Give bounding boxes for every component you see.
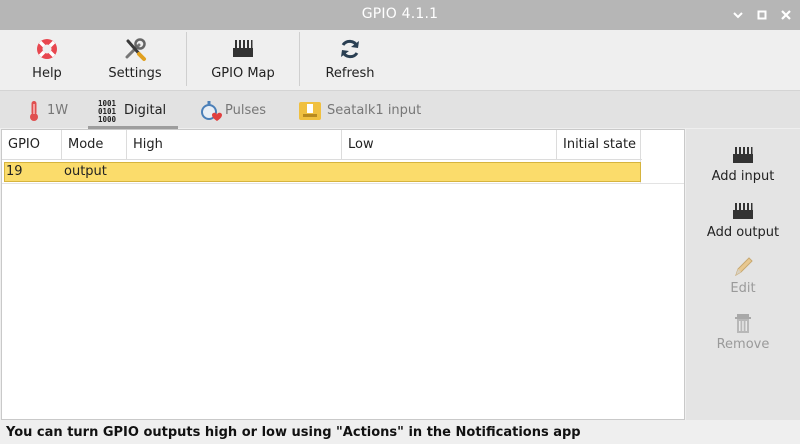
- stopwatch-heart-icon: [201, 101, 222, 121]
- gpio-map-button[interactable]: GPIO Map: [204, 30, 282, 90]
- seatalk-icon: [299, 102, 321, 120]
- cell-mode: output: [64, 164, 107, 179]
- actions-panel: Add input Add output Edit Remove: [686, 129, 800, 420]
- tab-label: Seatalk1 input: [327, 103, 422, 118]
- lifebuoy-icon: [37, 39, 57, 59]
- table-header: GPIO Mode High Low Initial state: [2, 130, 642, 160]
- gpio-table[interactable]: GPIO Mode High Low Initial state 19 outp…: [1, 129, 685, 420]
- title-bar[interactable]: GPIO 4.1.1: [0, 0, 800, 30]
- add-input-label: Add input: [711, 169, 775, 184]
- add-output-label: Add output: [706, 225, 780, 240]
- tab-1w[interactable]: 1W: [22, 95, 70, 127]
- edit-label: Edit: [730, 281, 756, 296]
- tab-bar: 1W 1001 0101 1000 Digital Pulses Seatalk…: [0, 90, 800, 129]
- gpio-header-icon: [733, 147, 753, 163]
- help-button[interactable]: Help: [14, 30, 80, 90]
- gpio-header-icon: [733, 203, 753, 219]
- tab-seatalk1-input[interactable]: Seatalk1 input: [298, 95, 428, 127]
- add-output-button[interactable]: Add output: [686, 189, 800, 243]
- column-header-mode[interactable]: Mode: [62, 130, 127, 160]
- trash-icon: [735, 314, 751, 333]
- maximize-button[interactable]: [752, 5, 772, 25]
- column-header-high[interactable]: High: [127, 130, 342, 160]
- settings-label: Settings: [108, 66, 162, 81]
- status-message: You can turn GPIO outputs high or low us…: [6, 425, 581, 440]
- tab-pulses[interactable]: Pulses: [198, 95, 278, 127]
- table-row[interactable]: 19 output: [4, 162, 641, 182]
- tab-label: Digital: [124, 103, 167, 118]
- row-divider: [2, 183, 684, 184]
- toolbar: Help Settings GPIO Map Refresh: [0, 30, 800, 90]
- refresh-label: Refresh: [325, 66, 375, 81]
- column-header-low[interactable]: Low: [342, 130, 557, 160]
- refresh-button[interactable]: Refresh: [318, 30, 382, 90]
- gpio-map-label: GPIO Map: [211, 66, 275, 81]
- column-header-initial-state[interactable]: Initial state: [557, 130, 641, 160]
- column-header-gpio[interactable]: GPIO: [2, 130, 62, 160]
- pencil-icon: [735, 257, 753, 277]
- minimize-button[interactable]: [728, 5, 748, 25]
- edit-button[interactable]: Edit: [686, 245, 800, 299]
- add-input-button[interactable]: Add input: [686, 133, 800, 187]
- remove-label: Remove: [716, 337, 770, 352]
- status-bar: You can turn GPIO outputs high or low us…: [0, 420, 800, 444]
- remove-button[interactable]: Remove: [686, 301, 800, 355]
- tab-digital[interactable]: 1001 0101 1000 Digital: [88, 95, 178, 129]
- chevron-down-icon: [733, 12, 743, 19]
- app-window: GPIO 4.1.1 Help Settings GPIO Map Refres…: [0, 0, 800, 444]
- window-title: GPIO 4.1.1: [361, 6, 439, 22]
- close-icon: [781, 10, 791, 20]
- tools-icon: [125, 38, 146, 61]
- tab-label: Pulses: [225, 103, 267, 118]
- help-label: Help: [32, 66, 62, 81]
- gpio-header-icon: [233, 40, 253, 57]
- toolbar-separator: [299, 32, 300, 86]
- svg-text:1000: 1000: [98, 115, 117, 123]
- square-icon: [757, 10, 767, 20]
- settings-button[interactable]: Settings: [100, 30, 170, 90]
- thermometer-icon: [30, 101, 38, 121]
- binary-digits-icon: 1001 0101 1000: [98, 99, 117, 123]
- tab-label: 1W: [47, 103, 69, 118]
- refresh-icon: [341, 39, 359, 59]
- toolbar-separator: [186, 32, 187, 86]
- close-button[interactable]: [776, 5, 796, 25]
- cell-gpio: 19: [6, 164, 23, 179]
